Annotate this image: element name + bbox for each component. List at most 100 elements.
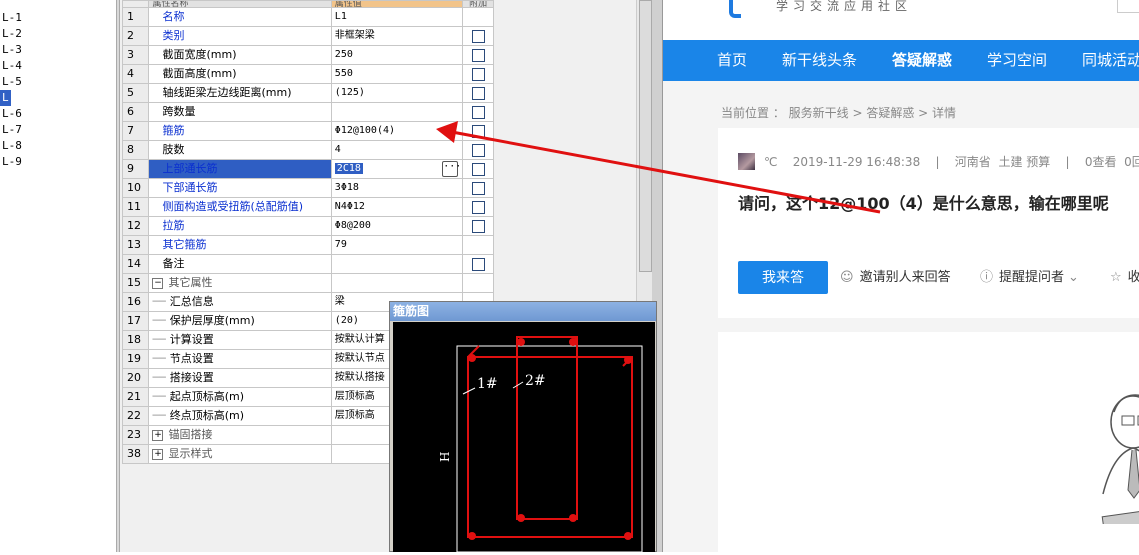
search-box[interactable] bbox=[1117, 0, 1139, 13]
remind-action[interactable]: ⓘ 提醒提问者 ⌄ bbox=[980, 261, 1079, 294]
checkbox[interactable] bbox=[471, 181, 485, 195]
property-value-cell[interactable]: (125) bbox=[330, 83, 464, 103]
property-value-cell[interactable]: 非框架梁 bbox=[330, 26, 464, 46]
property-value[interactable]: L1 bbox=[335, 11, 347, 22]
checkbox[interactable] bbox=[471, 67, 485, 81]
tree-item[interactable]: L-9 bbox=[0, 154, 24, 170]
extra-cell[interactable] bbox=[462, 254, 494, 274]
collect-action[interactable]: ☆ 收 bbox=[1110, 261, 1139, 294]
property-value[interactable]: 按默认节点 bbox=[335, 353, 385, 364]
property-value-cell[interactable]: 79 bbox=[330, 235, 464, 255]
nav-item[interactable]: 学习空间 bbox=[987, 40, 1047, 81]
grid-row[interactable]: 3 截面宽度(mm) 250 bbox=[121, 45, 494, 65]
property-value-cell[interactable]: 4 bbox=[330, 140, 464, 160]
grid-row[interactable]: 2 类别 非框架梁 bbox=[121, 26, 494, 46]
property-value[interactable]: 4 bbox=[335, 144, 341, 155]
property-name-cell[interactable]: ── 终点顶标高(m) bbox=[148, 406, 332, 426]
tree-item[interactable]: L-7 bbox=[0, 122, 24, 138]
grid-row[interactable]: 12 拉筋 Φ8@200 bbox=[121, 216, 494, 236]
property-name-cell[interactable]: 备注 bbox=[148, 254, 332, 274]
grid-row[interactable]: 10 下部通长筋 3Φ18 bbox=[121, 178, 494, 198]
property-name-cell[interactable]: 箍筋 bbox=[148, 121, 332, 141]
grid-row[interactable]: 14 备注 bbox=[121, 254, 494, 274]
property-name-cell[interactable]: 上部通长筋 bbox=[148, 159, 332, 179]
extra-cell[interactable] bbox=[462, 64, 494, 84]
grid-row[interactable]: 9 上部通长筋 2C18 ··· bbox=[121, 159, 494, 179]
extra-cell[interactable] bbox=[462, 197, 494, 217]
avatar[interactable] bbox=[738, 153, 755, 170]
extra-cell[interactable] bbox=[462, 216, 494, 236]
property-name-cell[interactable]: + 锚固搭接 bbox=[148, 425, 332, 445]
expand-icon[interactable]: + bbox=[152, 448, 164, 460]
grid-row[interactable]: 5 轴线距梁左边线距离(mm) (125) bbox=[121, 83, 494, 103]
property-value-cell[interactable]: Φ8@200 bbox=[330, 216, 464, 236]
checkbox[interactable] bbox=[471, 219, 485, 233]
grid-row[interactable]: 7 箍筋 Φ12@100(4) bbox=[121, 121, 494, 141]
property-name-cell[interactable]: 名称 bbox=[148, 7, 332, 27]
property-name-cell[interactable]: ── 起点顶标高(m) bbox=[148, 387, 332, 407]
property-value[interactable]: 250 bbox=[335, 49, 353, 60]
property-value[interactable]: 3Φ18 bbox=[335, 182, 359, 193]
property-name-cell[interactable]: ── 节点设置 bbox=[148, 349, 332, 369]
property-value[interactable]: (125) bbox=[335, 87, 365, 98]
property-value-cell[interactable] bbox=[330, 102, 464, 122]
grid-row[interactable]: 1 名称 L1 bbox=[121, 7, 494, 27]
property-name-cell[interactable]: 跨数量 bbox=[148, 102, 332, 122]
property-name-cell[interactable]: ── 计算设置 bbox=[148, 330, 332, 350]
nav-item[interactable]: 新干线头条 bbox=[782, 40, 857, 81]
property-name-cell[interactable]: + 显示样式 bbox=[148, 444, 332, 464]
checkbox[interactable] bbox=[471, 105, 485, 119]
checkbox[interactable] bbox=[471, 29, 485, 43]
property-name-cell[interactable]: 下部通长筋 bbox=[148, 178, 332, 198]
property-value-cell[interactable]: 3Φ18 bbox=[330, 178, 464, 198]
checkbox[interactable] bbox=[471, 86, 485, 100]
extra-cell[interactable] bbox=[462, 102, 494, 122]
extra-cell[interactable] bbox=[462, 140, 494, 160]
tree-item[interactable]: L-5 bbox=[0, 74, 24, 90]
nav-item[interactable]: 首页 bbox=[717, 40, 747, 81]
scrollbar-thumb[interactable] bbox=[639, 0, 652, 272]
checkbox[interactable] bbox=[471, 143, 485, 157]
grid-row[interactable]: 4 截面高度(mm) 550 bbox=[121, 64, 494, 84]
property-name-cell[interactable]: 截面高度(mm) bbox=[148, 64, 332, 84]
extra-cell[interactable] bbox=[462, 273, 494, 293]
tree-item[interactable]: L-2 bbox=[0, 26, 24, 42]
property-value[interactable]: 层顶标高 bbox=[335, 391, 375, 402]
expand-icon[interactable]: + bbox=[152, 429, 164, 441]
property-value-cell[interactable]: N4Φ12 bbox=[330, 197, 464, 217]
grid-row[interactable]: 8 肢数 4 bbox=[121, 140, 494, 160]
checkbox[interactable] bbox=[471, 200, 485, 214]
property-value[interactable]: 梁 bbox=[335, 296, 345, 307]
grid-row[interactable]: 6 跨数量 bbox=[121, 102, 494, 122]
ellipsis-button[interactable]: ··· bbox=[442, 161, 461, 177]
grid-row[interactable]: 15− 其它属性 bbox=[121, 273, 494, 293]
extra-cell[interactable] bbox=[462, 235, 494, 255]
property-value-cell[interactable]: 2C18 ··· bbox=[330, 159, 464, 179]
extra-cell[interactable] bbox=[462, 121, 494, 141]
extra-cell[interactable] bbox=[462, 7, 494, 27]
grid-row[interactable]: 13 其它箍筋 79 bbox=[121, 235, 494, 255]
extra-cell[interactable] bbox=[462, 83, 494, 103]
property-value-cell[interactable]: 250 bbox=[330, 45, 464, 65]
property-name-cell[interactable]: 截面宽度(mm) bbox=[148, 45, 332, 65]
extra-cell[interactable] bbox=[462, 26, 494, 46]
property-name-cell[interactable]: ── 搭接设置 bbox=[148, 368, 332, 388]
tree-item[interactable]: L-8 bbox=[0, 138, 24, 154]
property-name-cell[interactable]: 肢数 bbox=[148, 140, 332, 160]
answer-button[interactable]: 我来答 bbox=[738, 261, 828, 294]
property-value-cell[interactable]: L1 bbox=[330, 7, 464, 27]
property-name-cell[interactable]: 侧面构造或受扭筋(总配筋值) bbox=[148, 197, 332, 217]
property-value[interactable]: 按默认计算 bbox=[335, 334, 385, 345]
tree-item[interactable]: L-4 bbox=[0, 58, 24, 74]
nav-item[interactable]: 答疑解惑 bbox=[892, 40, 952, 81]
property-value[interactable]: 非框架梁 bbox=[335, 30, 375, 41]
tree-item[interactable]: L-6 bbox=[0, 106, 24, 122]
checkbox[interactable] bbox=[471, 162, 485, 176]
nav-item[interactable]: 同城活动 bbox=[1082, 40, 1139, 81]
extra-cell[interactable] bbox=[462, 159, 494, 179]
property-value[interactable]: 按默认搭接 bbox=[335, 372, 385, 383]
property-value-cell[interactable]: 550 bbox=[330, 64, 464, 84]
extra-cell[interactable] bbox=[462, 45, 494, 65]
property-value[interactable]: Φ12@100(4) bbox=[335, 125, 395, 136]
property-name-cell[interactable]: − 其它属性 bbox=[148, 273, 332, 293]
